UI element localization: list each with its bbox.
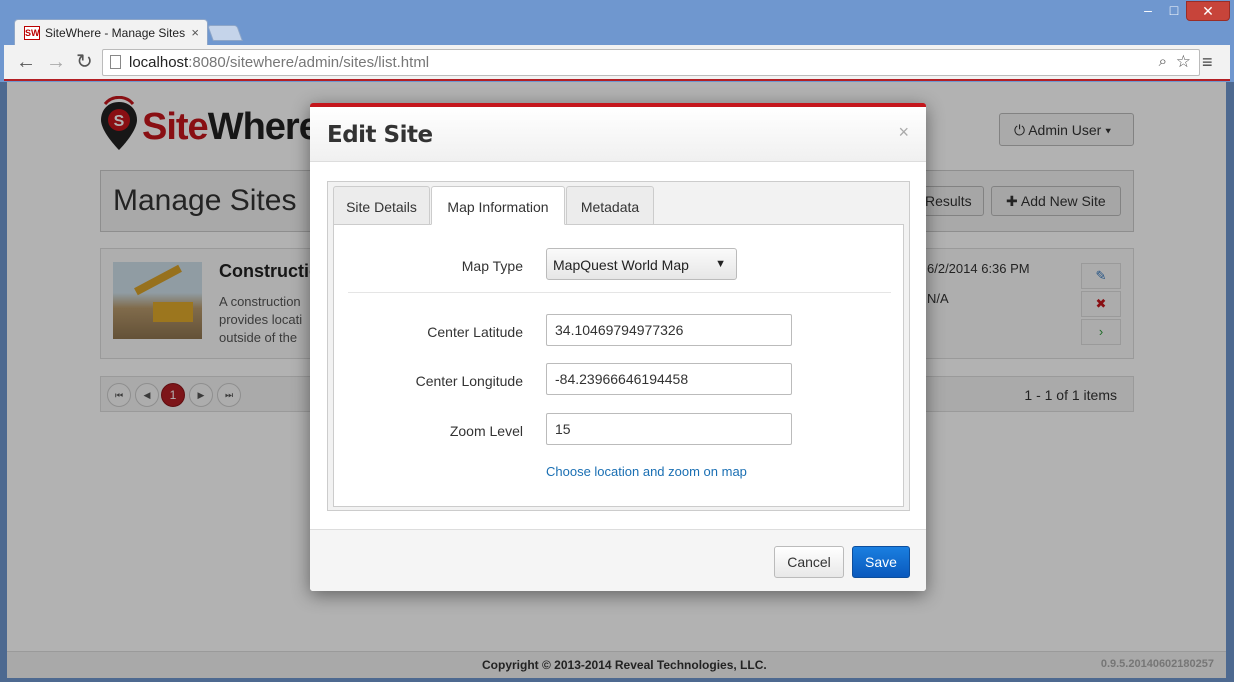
star-icon[interactable]: ☆ — [1176, 52, 1191, 72]
dialog-body: Site Details Map Information Metadata Ma… — [327, 181, 910, 511]
menu-icon[interactable]: ≡ — [1202, 52, 1213, 73]
tab-map-information[interactable]: Map Information — [431, 186, 565, 225]
zoom-level-input[interactable]: 15 — [546, 413, 792, 445]
sitewhere-favicon-icon: SW — [24, 26, 40, 40]
browser-chrome: SW SiteWhere - Manage Sites × – □ ✕ ← → … — [0, 0, 1234, 82]
caret-down-icon: ▼ — [715, 258, 726, 270]
window-minimize-icon[interactable]: – — [1134, 2, 1162, 18]
divider — [348, 292, 891, 293]
map-type-label: Map Type — [461, 258, 523, 274]
dialog-footer: Cancel Save — [310, 529, 926, 591]
tab-metadata[interactable]: Metadata — [566, 186, 654, 225]
cancel-button[interactable]: Cancel — [774, 546, 844, 578]
map-type-select[interactable]: MapQuest World Map ▼ — [546, 248, 737, 280]
center-longitude-input[interactable]: -84.23966646194458 — [546, 363, 792, 395]
map-type-value: MapQuest World Map — [553, 257, 689, 273]
zoom-level-label: Zoom Level — [449, 423, 523, 439]
center-longitude-label: Center Longitude — [415, 373, 523, 389]
choose-location-link[interactable]: Choose location and zoom on map — [546, 464, 747, 479]
dialog-header: Edit Site × — [310, 107, 926, 162]
dialog-title: Edit Site — [327, 122, 433, 148]
center-latitude-input[interactable]: 34.10469794977326 — [546, 314, 792, 346]
back-arrow-icon[interactable]: ← — [16, 51, 36, 73]
url-host: localhost — [129, 54, 189, 71]
tab-title: SiteWhere - Manage Sites — [45, 26, 186, 40]
url-text[interactable]: localhost:8080/sitewhere/admin/sites/lis… — [129, 54, 429, 71]
edit-site-dialog: Edit Site × Site Details Map Information… — [310, 103, 926, 591]
browser-tab[interactable]: SW SiteWhere - Manage Sites × — [14, 19, 208, 46]
save-button[interactable]: Save — [852, 546, 910, 578]
tab-site-details[interactable]: Site Details — [333, 186, 430, 225]
page-icon — [110, 55, 121, 69]
tab-close-icon[interactable]: × — [191, 25, 199, 40]
browser-toolbar: ← → ↻ localhost:8080/sitewhere/admin/sit… — [4, 45, 1230, 81]
forward-arrow-icon[interactable]: → — [46, 51, 66, 73]
address-bar[interactable]: localhost:8080/sitewhere/admin/sites/lis… — [102, 49, 1200, 76]
reload-icon[interactable]: ↻ — [76, 51, 93, 73]
window-close-icon[interactable]: ✕ — [1186, 1, 1230, 21]
window-maximize-icon[interactable]: □ — [1160, 2, 1188, 18]
zoom-icon[interactable]: ⌕ — [1159, 53, 1167, 70]
close-icon[interactable]: × — [898, 122, 909, 143]
url-path: :8080/sitewhere/admin/sites/list.html — [188, 54, 430, 71]
new-tab-button[interactable] — [207, 25, 243, 41]
center-latitude-label: Center Latitude — [427, 324, 523, 340]
map-information-panel: Map Type MapQuest World Map ▼ Center Lat… — [333, 224, 904, 507]
